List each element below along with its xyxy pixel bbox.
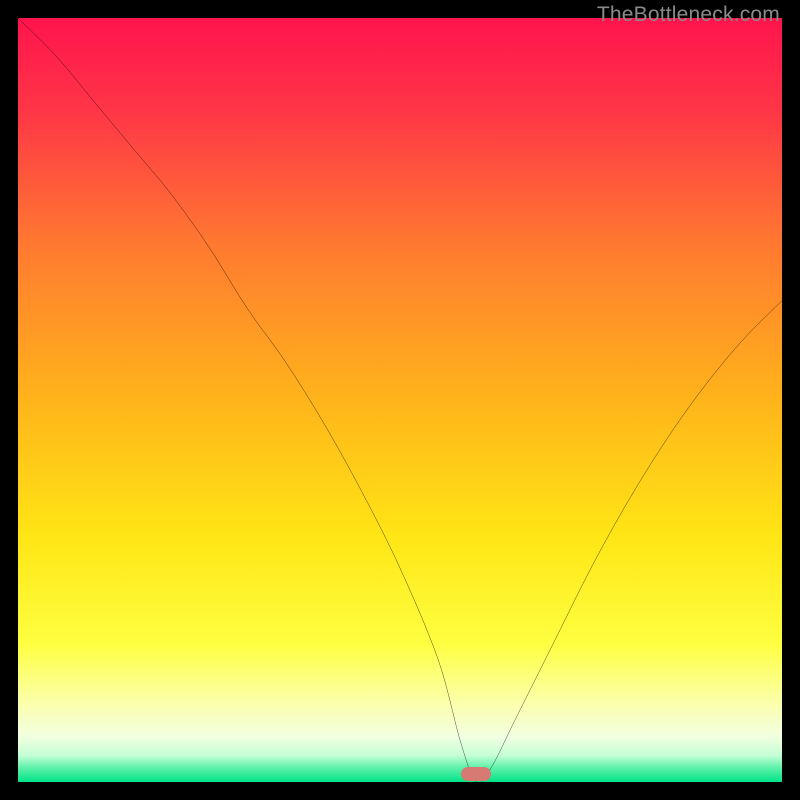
plot-area (18, 18, 782, 782)
watermark-text: TheBottleneck.com (597, 3, 780, 27)
chart-frame: TheBottleneck.com (0, 0, 800, 800)
bottleneck-curve (18, 18, 782, 782)
optimal-marker (461, 767, 491, 781)
